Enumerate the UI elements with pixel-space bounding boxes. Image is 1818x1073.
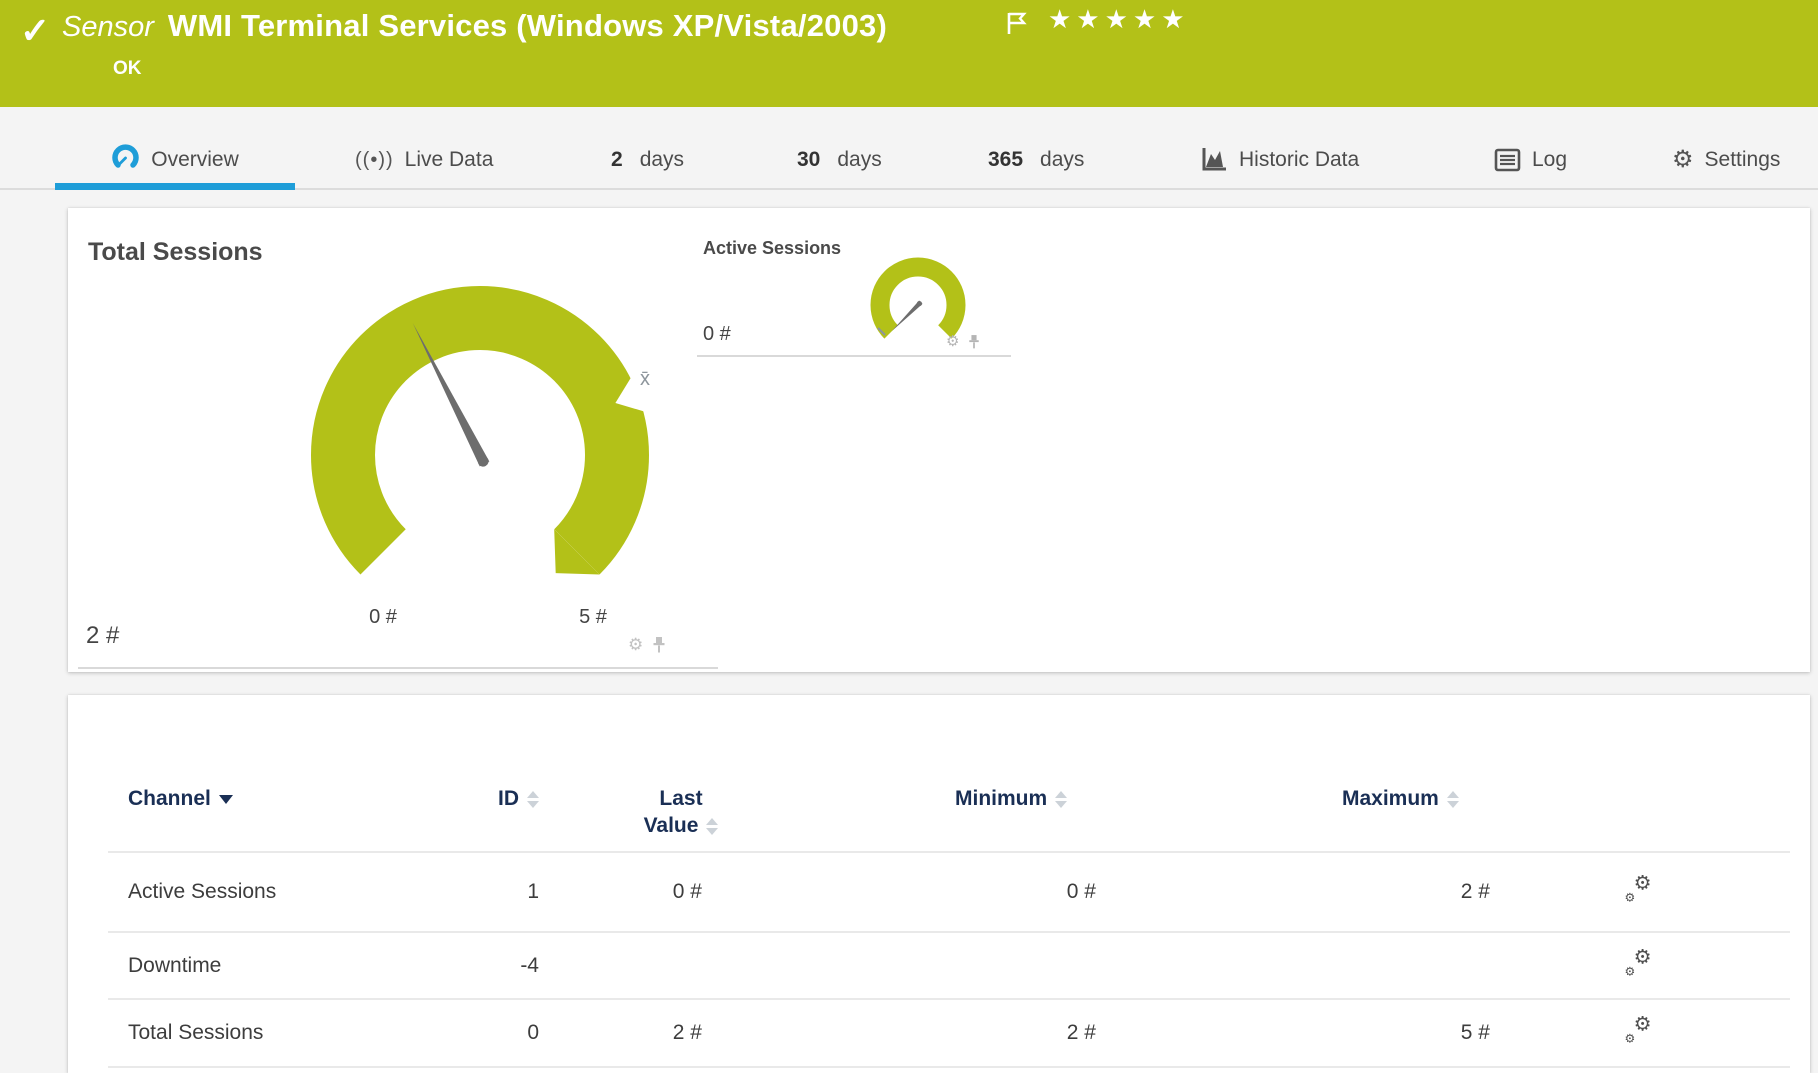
table-row: Total Sessions 0 2 # 2 # 5 # ⚙ ⚙ <box>108 1000 1790 1068</box>
tab-2-days-number: 2 <box>611 148 623 172</box>
tab-log[interactable]: Log <box>1494 107 1567 188</box>
channel-id: 1 <box>419 880 539 904</box>
tab-overview[interactable]: Overview <box>55 107 295 188</box>
total-sessions-scale-min: 0 # <box>353 606 413 629</box>
channel-last-value: 2 # <box>582 1021 702 1045</box>
page-title: WMI Terminal Services (Windows XP/Vista/… <box>168 8 887 44</box>
status-ok-check-icon: ✓ <box>20 10 50 52</box>
tab-30-days[interactable]: 30 days <box>797 107 882 188</box>
area-chart-icon <box>1200 146 1228 172</box>
active-sessions-current-value: 0 # <box>703 323 731 346</box>
gauge-settings-gear-icon[interactable]: ⚙ <box>628 636 643 653</box>
tab-bar: Overview ((•)) Live Data 2 days 30 days … <box>0 107 1818 190</box>
column-header-maximum[interactable]: Maximum <box>1342 787 1459 811</box>
column-header-id[interactable]: ID <box>419 787 539 811</box>
total-sessions-scale-max: 5 # <box>563 606 623 629</box>
tab-30-days-label: days <box>837 148 881 172</box>
column-header-id-label: ID <box>498 787 519 811</box>
column-header-channel[interactable]: Channel <box>128 787 233 811</box>
total-sessions-divider <box>78 667 718 669</box>
sort-toggle-icon <box>527 791 539 808</box>
tab-live-data-label: Live Data <box>405 148 494 172</box>
channel-settings-gears-icon[interactable]: ⚙ ⚙ <box>1625 877 1652 902</box>
total-sessions-gauge-arc <box>343 318 617 552</box>
tab-365-days-label: days <box>1040 148 1084 172</box>
channel-minimum: 0 # <box>976 880 1096 904</box>
total-sessions-current-value: 2 # <box>86 622 119 650</box>
log-list-icon <box>1494 148 1521 172</box>
sort-toggle-icon <box>1055 791 1067 808</box>
channel-last-value: 0 # <box>582 880 702 904</box>
gauge-pin-icon[interactable] <box>652 636 666 653</box>
table-row: Active Sessions 1 0 # 0 # 2 # ⚙ ⚙ <box>108 853 1790 933</box>
total-sessions-gauge-controls: ⚙ <box>628 636 666 653</box>
tab-log-label: Log <box>1532 148 1567 172</box>
channel-id: -4 <box>419 954 539 978</box>
active-sessions-gauge-controls: ⚙ <box>946 334 980 349</box>
tab-365-days-number: 365 <box>988 148 1023 172</box>
sensor-status-text: OK <box>113 58 142 80</box>
channel-table-panel: Channel ID Last Value Minimum Maximum Ac… <box>68 695 1810 1073</box>
column-header-minimum-label: Minimum <box>955 787 1047 811</box>
column-header-last-value[interactable]: Last Value <box>616 787 746 838</box>
broadcast-icon: ((•)) <box>355 149 394 172</box>
average-marker-label: x̄ <box>640 368 650 391</box>
sort-toggle-icon <box>1447 791 1459 808</box>
tab-settings-label: Settings <box>1705 148 1781 172</box>
channel-settings-gears-icon[interactable]: ⚙ ⚙ <box>1625 1018 1652 1043</box>
priority-flag-icon[interactable] <box>1004 10 1030 36</box>
tab-settings[interactable]: ⚙ Settings <box>1672 107 1780 188</box>
tab-2-days-label: days <box>640 148 684 172</box>
gauge-pin-icon[interactable] <box>968 334 980 349</box>
active-sessions-gauge-needle <box>890 300 923 333</box>
tab-30-days-number: 30 <box>797 148 820 172</box>
active-sessions-divider <box>697 355 1011 357</box>
sensor-title-line: Sensor WMI Terminal Services (Windows XP… <box>62 8 887 44</box>
tab-historic-data-label: Historic Data <box>1239 148 1359 172</box>
total-sessions-gauge <box>300 275 680 635</box>
channel-name: Total Sessions <box>128 1021 263 1045</box>
active-sessions-gauge-title: Active Sessions <box>703 238 841 259</box>
table-row: Downtime -4 ⚙ ⚙ <box>108 933 1790 1000</box>
column-header-last-value-line2: Value <box>644 814 699 838</box>
channel-minimum: 2 # <box>976 1021 1096 1045</box>
sensor-header-bar: ✓ Sensor WMI Terminal Services (Windows … <box>0 0 1818 107</box>
channel-maximum: 5 # <box>1370 1021 1490 1045</box>
priority-stars[interactable]: ★★★★★ <box>1048 4 1190 35</box>
gauge-icon <box>111 143 140 172</box>
channel-maximum: 2 # <box>1370 880 1490 904</box>
channel-settings-gears-icon[interactable]: ⚙ ⚙ <box>1625 950 1652 975</box>
channel-id: 0 <box>419 1021 539 1045</box>
active-sessions-gauge-arc <box>880 267 956 332</box>
sort-toggle-icon <box>706 818 718 835</box>
tab-365-days[interactable]: 365 days <box>988 107 1084 188</box>
column-header-maximum-label: Maximum <box>1342 787 1439 811</box>
gear-icon: ⚙ <box>1672 148 1694 172</box>
column-header-minimum[interactable]: Minimum <box>955 787 1067 811</box>
tab-historic-data[interactable]: Historic Data <box>1200 107 1359 188</box>
tab-live-data[interactable]: ((•)) Live Data <box>355 107 493 188</box>
channel-name: Downtime <box>128 954 221 978</box>
channel-name: Active Sessions <box>128 880 276 904</box>
object-kind-label: Sensor <box>62 11 154 44</box>
tab-overview-label: Overview <box>151 148 239 172</box>
column-header-channel-label: Channel <box>128 787 211 811</box>
gauge-settings-gear-icon[interactable]: ⚙ <box>946 334 959 349</box>
total-sessions-gauge-title: Total Sessions <box>88 238 263 267</box>
tab-2-days[interactable]: 2 days <box>611 107 684 188</box>
gauges-panel: Total Sessions x̄ 2 # 0 # 5 # ⚙ Active S… <box>68 208 1810 672</box>
sort-descending-icon <box>219 795 233 804</box>
column-header-last-value-line1: Last <box>616 787 746 811</box>
